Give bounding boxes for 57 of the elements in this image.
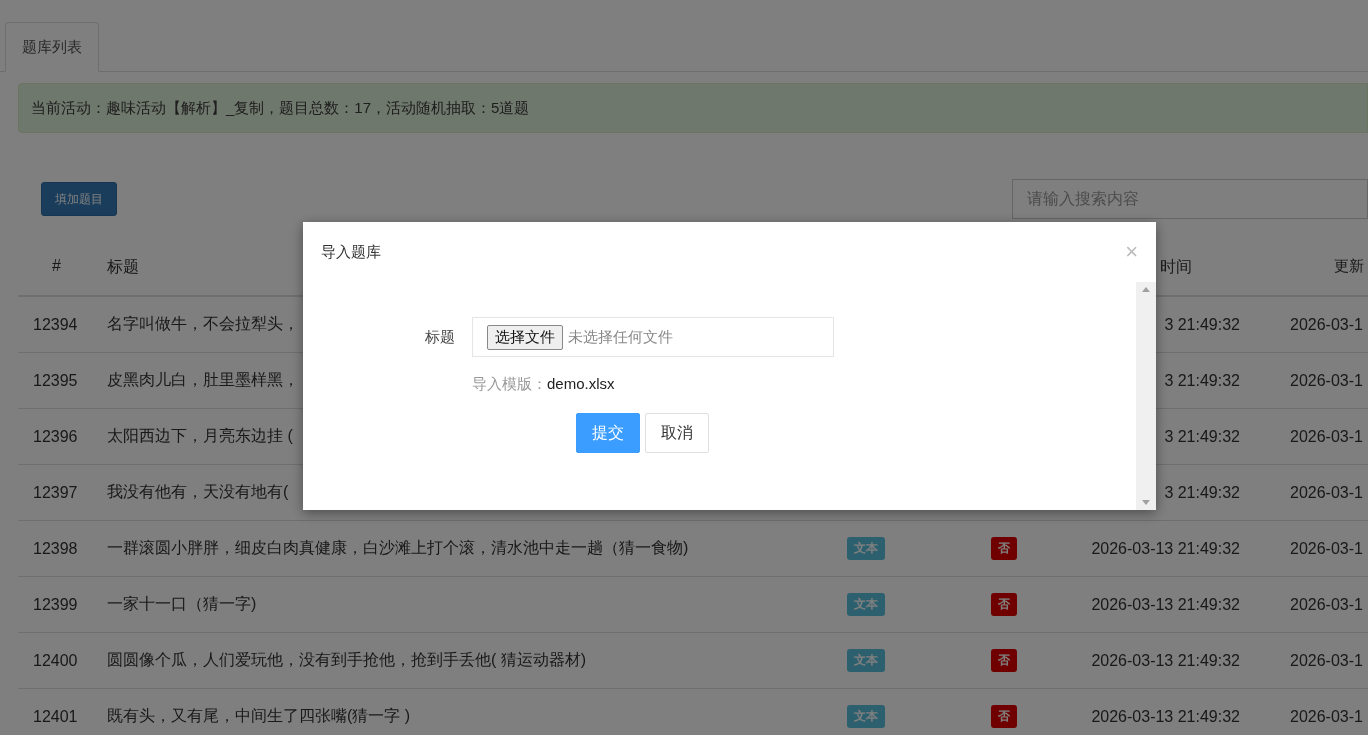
table-cell: 2026-03-1 bbox=[1290, 483, 1363, 501]
scroll-up-icon[interactable] bbox=[1142, 287, 1150, 292]
status-badge: 否 bbox=[991, 537, 1017, 560]
status-badge: 否 bbox=[991, 593, 1017, 616]
field-label: 标题 bbox=[424, 327, 455, 347]
table-cell: 12398 bbox=[33, 539, 78, 557]
table-cell: 名字叫做牛，不会拉犁头， bbox=[107, 315, 299, 332]
file-input[interactable]: 选择文件 未选择任何文件 bbox=[472, 317, 834, 357]
column-header: 标题 bbox=[107, 258, 139, 275]
table-cell: 一群滚圆小胖胖，细皮白肉真健康，白沙滩上打个滚，清水池中走一趟（猜一食物) bbox=[107, 539, 689, 556]
tab[interactable]: 题库列表 bbox=[5, 22, 99, 72]
table-cell: 3 21:49:32 bbox=[1164, 483, 1240, 501]
table-cell: 12395 bbox=[33, 371, 78, 389]
table-cell: 一家十一口（猜一字) bbox=[107, 595, 257, 612]
table-cell: 12400 bbox=[33, 651, 78, 669]
table-cell: 2026-03-13 21:49:32 bbox=[1091, 539, 1240, 557]
status-badge: 否 bbox=[991, 649, 1017, 672]
table-cell: 3 21:49:32 bbox=[1164, 315, 1240, 333]
column-header: 更新 bbox=[1334, 257, 1364, 274]
table-cell: 我没有他有，天没有地有( bbox=[107, 483, 289, 500]
type-badge: 文本 bbox=[847, 537, 885, 560]
table-cell: 2026-03-1 bbox=[1290, 595, 1363, 613]
cancel-button[interactable]: 取消 bbox=[645, 413, 709, 453]
column-header: 时间 bbox=[1160, 258, 1192, 275]
table-cell: 3 21:49:32 bbox=[1164, 371, 1240, 389]
status-badge: 否 bbox=[991, 705, 1017, 728]
table-cell: 圆圆像个瓜，人们爱玩他，没有到手抢他，抢到手丢他( 猜运动器材) bbox=[107, 651, 587, 668]
table-cell: 2026-03-1 bbox=[1290, 427, 1363, 445]
scroll-down-icon[interactable] bbox=[1142, 500, 1150, 505]
table-cell: 2026-03-1 bbox=[1290, 707, 1363, 725]
table-cell: 12401 bbox=[33, 707, 78, 725]
type-badge: 文本 bbox=[847, 705, 885, 728]
table-cell: 2026-03-13 21:49:32 bbox=[1091, 707, 1240, 725]
table-cell: 12397 bbox=[33, 483, 78, 501]
type-badge: 文本 bbox=[847, 649, 885, 672]
table-cell: 2026-03-1 bbox=[1290, 651, 1363, 669]
template-label: 导入模版： bbox=[472, 375, 547, 394]
file-status: 未选择任何文件 bbox=[568, 327, 673, 347]
table-cell: 皮黑肉儿白，肚里墨样黑， bbox=[107, 371, 299, 388]
table-cell: 3 21:49:32 bbox=[1164, 427, 1240, 445]
table-cell: 12399 bbox=[33, 595, 78, 613]
dialog-title: 导入题库 bbox=[321, 242, 381, 262]
column-header: # bbox=[52, 257, 61, 274]
template-link[interactable]: demo.xlsx bbox=[547, 375, 615, 394]
table-cell: 既有头，又有尾，中间生了四张嘴(猜一字 ) bbox=[107, 707, 411, 724]
scrollbar[interactable] bbox=[1136, 282, 1156, 510]
table-cell: 2026-03-1 bbox=[1290, 371, 1363, 389]
table-cell: 2026-03-1 bbox=[1290, 539, 1363, 557]
table-cell: 太阳西边下，月亮东边挂 ( bbox=[107, 427, 293, 444]
table-cell: 2026-03-13 21:49:32 bbox=[1091, 595, 1240, 613]
activity-notice: 当前活动：趣味活动【解析】_复制，题目总数：17，活动随机抽取：5道题 bbox=[18, 83, 1368, 133]
type-badge: 文本 bbox=[847, 593, 885, 616]
choose-file-button[interactable]: 选择文件 bbox=[487, 324, 563, 350]
table-cell: 12394 bbox=[33, 315, 78, 333]
table-cell: 12396 bbox=[33, 427, 78, 445]
table-cell: 2026-03-13 21:49:32 bbox=[1091, 651, 1240, 669]
table-cell: 2026-03-1 bbox=[1290, 315, 1363, 333]
